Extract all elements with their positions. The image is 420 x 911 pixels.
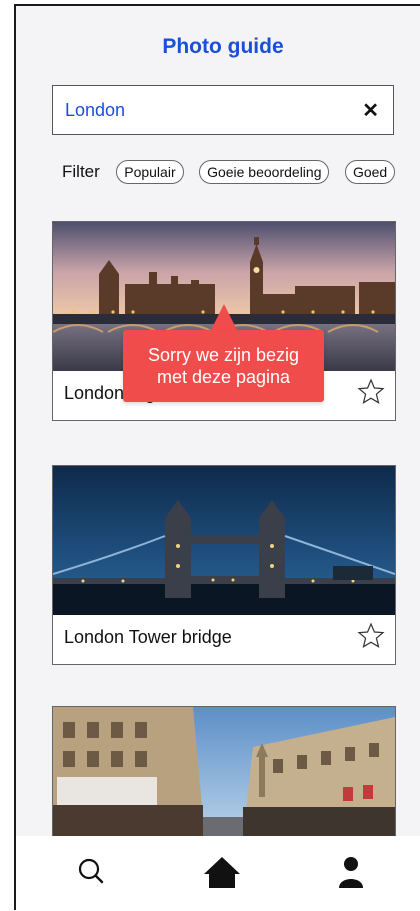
search-icon[interactable] (74, 854, 110, 890)
tooltip-arrow (210, 304, 238, 332)
star-icon[interactable] (357, 622, 385, 650)
filter-chip-goed[interactable]: Goed (344, 160, 396, 184)
photo-card[interactable]: London Tower bridge (52, 465, 396, 665)
card-caption: London Tower bridge (64, 627, 232, 647)
photo-card[interactable] (52, 706, 396, 838)
home-icon[interactable] (204, 854, 240, 890)
filter-label: Filter (62, 162, 100, 181)
page-title: Photo guide (162, 35, 284, 58)
filter-chip-populair[interactable]: Populair (116, 160, 184, 184)
filter-chip-goeie-beoordeling[interactable]: Goeie beoordeling (199, 160, 330, 184)
filter-bar: Filter Populair Goeie beoordeling Goed (62, 160, 420, 190)
star-icon[interactable] (357, 378, 385, 406)
tooltip-line-1: Sorry we zijn bezig (147, 345, 300, 365)
user-icon[interactable] (333, 854, 369, 890)
photo-tower-bridge[interactable] (53, 466, 395, 615)
tooltip-line-2: met deze pagina (156, 367, 291, 387)
search-input[interactable]: London ✕ (52, 85, 394, 135)
bottom-nav (16, 836, 420, 910)
search-value[interactable]: London (65, 100, 125, 121)
under-construction-tooltip: Sorry we zijn bezig met deze pagina (123, 330, 324, 402)
photo-regent-street[interactable] (53, 707, 395, 838)
close-icon[interactable]: ✕ (362, 98, 379, 123)
app-frame: Photo guide London ✕ Filter Populair Goe… (14, 4, 420, 910)
